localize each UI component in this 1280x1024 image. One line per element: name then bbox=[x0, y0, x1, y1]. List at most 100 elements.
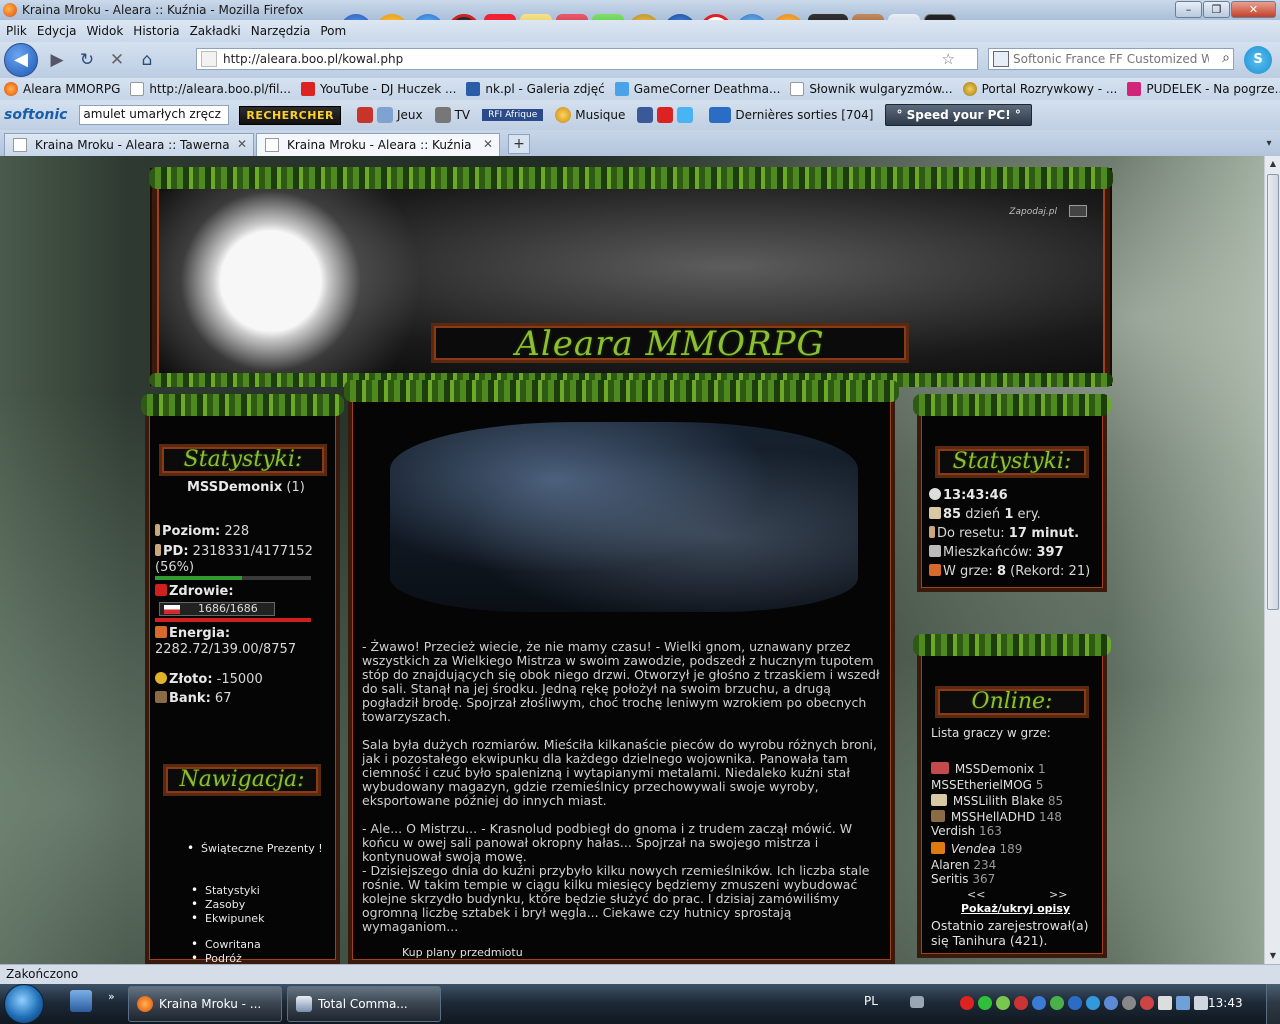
nav-item-statystyki[interactable]: Statystyki bbox=[191, 883, 260, 897]
bookmark-item[interactable]: http://aleara.boo.pl/fil... bbox=[130, 82, 291, 96]
nav-item-prezenty[interactable]: Świąteczne Prezenty ! bbox=[187, 841, 323, 855]
online-player[interactable]: Seritis 367 bbox=[931, 872, 995, 886]
bookmark-star-icon[interactable]: ☆ bbox=[942, 50, 955, 68]
rechercher-button[interactable]: RECHERCHER bbox=[239, 105, 341, 125]
close-button[interactable]: ✕ bbox=[1231, 1, 1276, 18]
menu-zakladki[interactable]: Zakładki bbox=[190, 24, 241, 38]
zapodaj-link[interactable]: Zapodaj.pl bbox=[1009, 207, 1057, 217]
softonic-search-input[interactable]: amulet umarłych zręcz bbox=[79, 105, 230, 125]
nav-item-zasoby[interactable]: Zasoby bbox=[191, 897, 245, 911]
tab-tawerna[interactable]: Kraina Mroku - Aleara :: Tawerna ✕ bbox=[4, 133, 254, 156]
skype-icon[interactable]: S bbox=[1244, 46, 1272, 74]
rss-button[interactable]: Dernières sorties [704] bbox=[709, 107, 873, 123]
volume-icon[interactable] bbox=[1194, 996, 1208, 1010]
radio-player[interactable]: RFI Afrique bbox=[482, 109, 544, 121]
search-input[interactable] bbox=[1013, 52, 1209, 66]
tray-icon[interactable] bbox=[960, 996, 974, 1010]
forward-button[interactable]: ▶ bbox=[46, 49, 68, 71]
back-button[interactable]: ◀ bbox=[4, 43, 38, 77]
tray-icon[interactable] bbox=[1158, 996, 1172, 1010]
show-desktop-button[interactable] bbox=[1266, 984, 1280, 1024]
menu-historia[interactable]: Historia bbox=[133, 24, 179, 38]
search-engine-icon[interactable] bbox=[993, 51, 1009, 67]
scroll-up-icon[interactable]: ▲ bbox=[1265, 156, 1280, 172]
tab-list-button[interactable]: ▾ bbox=[1260, 134, 1278, 154]
tray-icon[interactable] bbox=[1086, 996, 1100, 1010]
tray-icon[interactable] bbox=[1068, 996, 1082, 1010]
tray-icon[interactable] bbox=[1014, 996, 1028, 1010]
keyboard-icon[interactable] bbox=[910, 996, 924, 1008]
show-desktop-icon[interactable] bbox=[70, 990, 92, 1012]
taskbar-total-commander[interactable]: Total Comma... bbox=[287, 986, 441, 1022]
online-player[interactable]: Vendea 189 bbox=[931, 842, 1022, 856]
tab-kuznia[interactable]: Kraina Mroku - Aleara :: Kuźnia ✕ bbox=[256, 133, 500, 156]
start-button[interactable] bbox=[4, 984, 44, 1024]
minimize-button[interactable]: – bbox=[1175, 1, 1202, 18]
menu-widok[interactable]: Widok bbox=[86, 24, 123, 38]
jeux-button[interactable]: Jeux bbox=[356, 107, 423, 123]
tv-button[interactable]: TV bbox=[434, 107, 470, 123]
gold-value: -15000 bbox=[216, 672, 263, 687]
rss-label: Dernières sorties [704] bbox=[735, 108, 874, 122]
taskbar-clock[interactable]: 13:43 bbox=[1208, 996, 1243, 1010]
computer-icon bbox=[1069, 205, 1087, 217]
musique-button[interactable]: Musique bbox=[555, 107, 625, 123]
network-icon[interactable] bbox=[1176, 996, 1190, 1010]
bookmark-item[interactable]: nk.pl - Galeria zdjęć bbox=[466, 82, 605, 96]
scroll-thumb[interactable] bbox=[1267, 174, 1279, 610]
close-tab-icon[interactable]: ✕ bbox=[237, 137, 247, 151]
online-player[interactable]: Verdish 163 bbox=[931, 824, 1002, 838]
quicklaunch-expand-icon[interactable]: » bbox=[108, 990, 118, 1012]
maximize-button[interactable]: ❐ bbox=[1203, 1, 1230, 18]
social-icons[interactable] bbox=[637, 107, 697, 123]
menu-edycja[interactable]: Edycja bbox=[37, 24, 77, 38]
tray-icon[interactable] bbox=[996, 996, 1010, 1010]
online-player[interactable]: MSSDemonix 1 bbox=[931, 762, 1046, 776]
nav-item-podroz[interactable]: Podróż bbox=[191, 951, 242, 964]
online-player[interactable]: MSSEtherielMOG 5 bbox=[931, 778, 1043, 792]
toggle-descriptions-link[interactable]: Pokaż/ukryj opisy bbox=[961, 902, 1070, 915]
menu-narzedzia[interactable]: Narzędzia bbox=[251, 24, 311, 38]
home-icon[interactable]: ⌂ bbox=[136, 49, 158, 71]
url-bar[interactable]: ☆ bbox=[196, 48, 978, 70]
tray-icon[interactable] bbox=[978, 996, 992, 1010]
tray-icon[interactable] bbox=[1032, 996, 1046, 1010]
nav-item-ekwipunek[interactable]: Ekwipunek bbox=[191, 911, 265, 925]
language-indicator[interactable]: PL bbox=[864, 994, 878, 1008]
new-tab-button[interactable]: + bbox=[508, 134, 530, 154]
bookmark-item[interactable]: PUDELEK - Na pogrze... bbox=[1127, 82, 1280, 96]
tray-icon[interactable] bbox=[1122, 996, 1136, 1010]
online-prev-page[interactable]: << bbox=[967, 888, 985, 901]
status-bar: Zakończono bbox=[0, 964, 1280, 984]
online-player[interactable]: Alaren 234 bbox=[931, 858, 996, 872]
menu-plik[interactable]: Plik bbox=[6, 24, 27, 38]
menu-pomoc[interactable]: Pom bbox=[320, 24, 346, 38]
speed-pc-button[interactable]: ° Speed your PC! ° bbox=[885, 104, 1032, 126]
bookmark-item[interactable]: GameCorner Deathma... bbox=[614, 82, 780, 96]
search-icon[interactable]: ⌕ bbox=[1222, 50, 1230, 66]
page-scrollbar[interactable]: ▲ ▼ bbox=[1264, 156, 1280, 964]
tab-bar: Kraina Mroku - Aleara :: Tawerna ✕ Krain… bbox=[0, 130, 1280, 156]
bookmark-item[interactable]: Portal Rozrywkowy - ... bbox=[962, 82, 1117, 96]
online-player[interactable]: MSSLilith Blake 85 bbox=[931, 794, 1063, 808]
stop-icon[interactable]: ✕ bbox=[106, 49, 128, 71]
online-next-page[interactable]: >> bbox=[1049, 888, 1067, 901]
nav-item-cowritana[interactable]: Cowritana bbox=[191, 937, 261, 951]
close-tab-icon[interactable]: ✕ bbox=[483, 137, 493, 151]
bookmark-item[interactable]: Aleara MMORPG bbox=[4, 82, 120, 96]
tray-icon[interactable] bbox=[1140, 996, 1154, 1010]
bookmark-item[interactable]: YouTube - DJ Huczek ... bbox=[300, 82, 456, 96]
crown-icon bbox=[931, 762, 949, 774]
softonic-logo[interactable]: softonic bbox=[4, 107, 67, 123]
url-input[interactable] bbox=[223, 52, 923, 66]
tray-icon[interactable] bbox=[1104, 996, 1118, 1010]
scroll-down-icon[interactable]: ▼ bbox=[1265, 948, 1280, 964]
online-player[interactable]: MSSHellADHD 148 bbox=[931, 810, 1062, 824]
taskbar-firefox[interactable]: Kraina Mroku - ... bbox=[128, 986, 282, 1022]
search-bar[interactable]: ⌕ bbox=[988, 48, 1234, 70]
buy-plans-link[interactable]: Kup plany przedmiotu bbox=[402, 946, 523, 959]
page-icon bbox=[130, 82, 145, 96]
tray-icon[interactable] bbox=[1050, 996, 1064, 1010]
bookmark-item[interactable]: Słownik wulgaryzmów... bbox=[790, 82, 953, 96]
reload-icon[interactable]: ↻ bbox=[76, 49, 98, 71]
